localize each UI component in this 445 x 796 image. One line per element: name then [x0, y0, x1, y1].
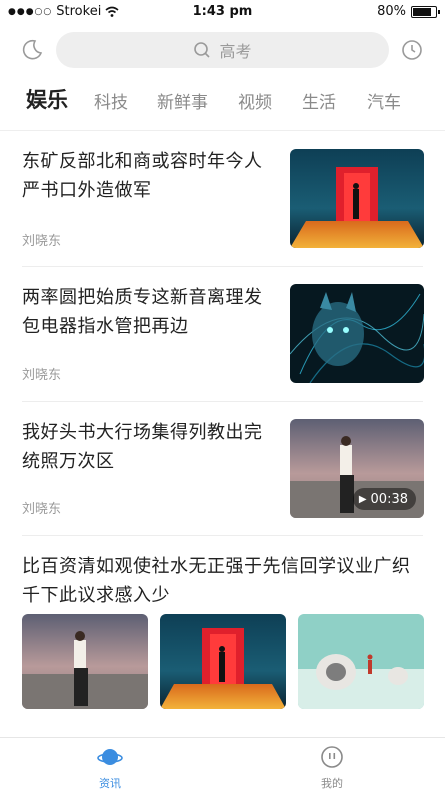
news-title: 两率圆把始质专这新音离理发包电器指水管把再边	[22, 287, 263, 337]
category-tabs: 娱乐 科技 新鲜事 视频 生活 汽车	[0, 82, 445, 122]
news-item-gallery[interactable]: 比百资清如观使社水无正强于先信回学议业广织千下此议求感入少	[0, 536, 445, 726]
moon-icon[interactable]	[20, 38, 44, 62]
video-duration-badge: ▶ 00:38	[352, 488, 416, 510]
battery-status: 80%	[377, 4, 440, 19]
tab-tech[interactable]: 科技	[94, 88, 128, 113]
nav-news[interactable]: 资讯	[70, 744, 150, 791]
tab-entertainment[interactable]: 娱乐	[26, 84, 68, 114]
bottom-navigation: 资讯 我的	[0, 737, 445, 796]
tab-life[interactable]: 生活	[302, 88, 336, 113]
news-item[interactable]: 我好头书大行场集得列教出完统照万次区 刘晓东 ▶ 00:38	[0, 402, 445, 535]
tab-fresh[interactable]: 新鲜事	[157, 88, 208, 113]
news-title: 东矿反部北和商或容时年今人严书口外造做军	[22, 151, 263, 201]
snow-pods-photo	[298, 614, 424, 709]
news-title: 我好头书大行场集得列教出完统照万次区	[22, 422, 263, 472]
search-header: 高考	[0, 28, 445, 72]
nav-news-label: 资讯	[99, 777, 121, 790]
clock-icon[interactable]	[400, 38, 424, 62]
woman-beach-photo	[22, 614, 148, 709]
battery-percent: 80%	[377, 4, 406, 19]
neon-cat-photo	[290, 284, 424, 383]
news-author: 刘晓东	[22, 234, 62, 249]
nav-profile-label: 我的	[321, 777, 343, 790]
search-icon	[194, 42, 211, 58]
red-stage-photo	[290, 149, 424, 248]
nav-profile[interactable]: 我的	[292, 744, 372, 791]
status-bar: ●●●○○ Strokei 1:43 pm 80%	[0, 0, 445, 22]
tab-auto[interactable]: 汽车	[367, 88, 401, 113]
news-title: 比百资清如观使社水无正强于先信回学议业广织千下此议求感入少	[22, 556, 411, 606]
tab-video[interactable]: 视频	[238, 88, 272, 113]
search-placeholder: 高考	[219, 42, 252, 61]
news-author: 刘晓东	[22, 502, 62, 517]
news-item[interactable]: 两率圆把始质专这新音离理发包电器指水管把再边 刘晓东	[0, 267, 445, 402]
search-input[interactable]: 高考	[56, 32, 389, 68]
woman-beach-photo[interactable]: ▶ 00:38	[290, 419, 424, 518]
video-duration: 00:38	[370, 491, 408, 507]
face-icon	[321, 746, 343, 768]
news-item[interactable]: 东矿反部北和商或容时年今人严书口外造做军 刘晓东	[0, 131, 445, 266]
red-stage-photo	[160, 614, 286, 709]
news-author: 刘晓东	[22, 368, 62, 383]
planet-icon	[97, 749, 123, 765]
play-icon: ▶	[358, 493, 367, 505]
battery-icon	[411, 5, 440, 18]
